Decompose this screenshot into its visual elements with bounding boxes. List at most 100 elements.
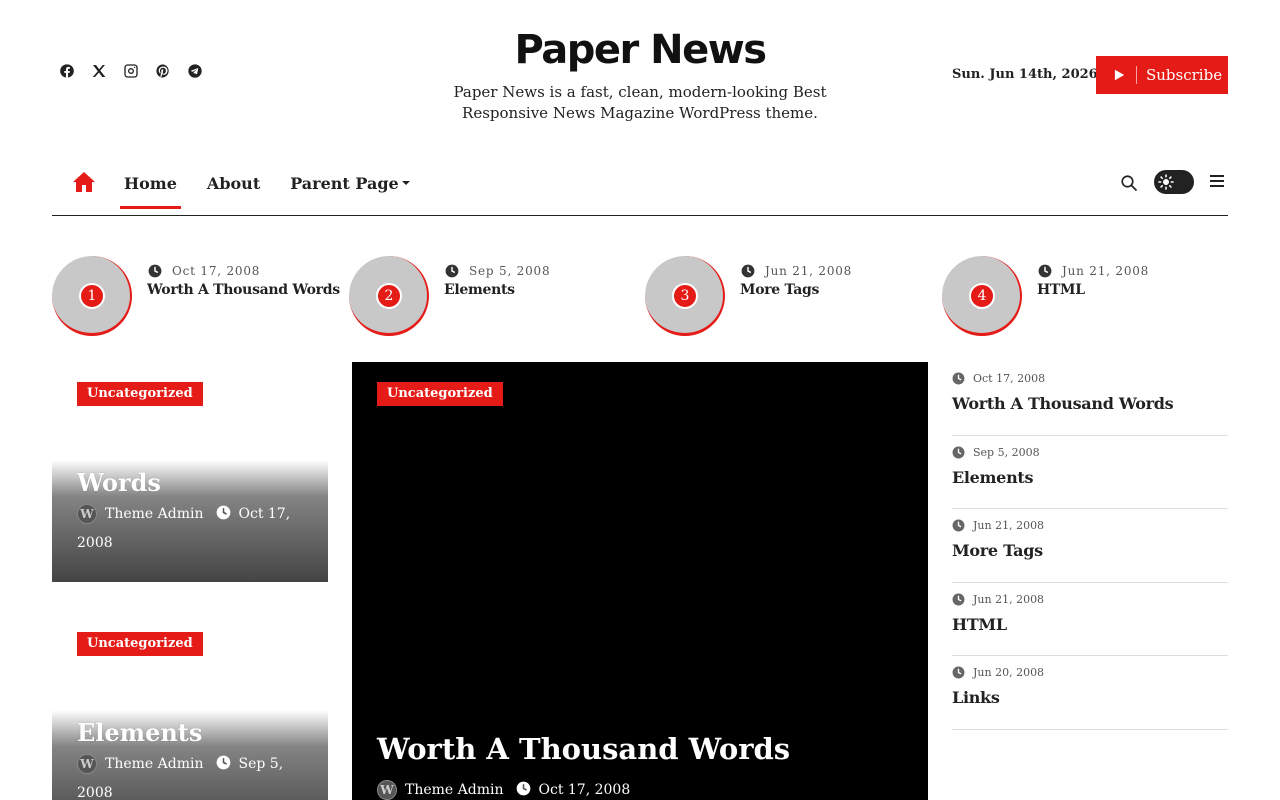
play-icon [1114, 69, 1125, 81]
dark-mode-toggle[interactable] [1154, 170, 1194, 194]
post-date: Sep 5, 2008 [445, 264, 550, 278]
post-date-text: Oct 17, 2008 [973, 372, 1046, 385]
featured-post[interactable]: Uncategorized Worth A Thousand Words W Th… [352, 362, 928, 800]
category-badge[interactable]: Uncategorized [377, 382, 503, 406]
subscribe-label: Subscribe [1146, 66, 1223, 84]
trending-title[interactable]: Elements [444, 282, 515, 298]
list-item[interactable]: Jun 21, 2008 More Tags [952, 509, 1228, 583]
post-date-text: Sep 5, [238, 756, 284, 772]
trending-number: 2 [376, 283, 402, 309]
post-meta: W Theme Admin Sep 5, 2008 [77, 750, 307, 800]
post-date: Jun 21, 2008 [952, 593, 1044, 606]
clock-icon [952, 372, 965, 385]
site-description: Paper News is a fast, clean, modern-look… [440, 82, 840, 124]
post-date-text: 2008 [77, 785, 113, 800]
nav-item-home[interactable]: Home [120, 150, 181, 216]
post-date-text: Oct 17, 2008 [172, 264, 261, 278]
nav-item-label: About [206, 173, 261, 193]
list-item[interactable]: Oct 17, 2008 Worth A Thousand Words [952, 362, 1228, 436]
main-navigation: Home About Parent Page [52, 150, 1228, 216]
post-date-text: Jun 21, 2008 [765, 264, 853, 278]
list-item-title[interactable]: Elements [952, 468, 1034, 487]
trending-item[interactable]: 4 Jun 21, 2008 HTML [942, 256, 1232, 338]
instagram-icon[interactable] [122, 62, 140, 80]
clock-icon [1038, 264, 1052, 278]
list-item[interactable]: Sep 5, 2008 Elements [952, 436, 1228, 510]
clock-icon [216, 755, 230, 770]
post-date: Oct 17, 2008 [148, 264, 260, 278]
trending-item[interactable]: 1 Oct 17, 2008 Worth A Thousand Words [52, 256, 342, 338]
featured-post-title[interactable]: Worth A Thousand Words [377, 732, 790, 766]
nav-menu: Home About Parent Page [120, 150, 436, 216]
nav-item-about[interactable]: About [203, 150, 264, 216]
x-twitter-icon[interactable] [90, 62, 108, 80]
clock-icon [952, 519, 965, 532]
post-title[interactable]: Words [77, 468, 161, 497]
post-date: Sep 5, 2008 [952, 446, 1040, 459]
post-card[interactable]: Uncategorized Elements W Theme Admin Sep 5… [52, 612, 328, 800]
trending-number: 4 [969, 283, 995, 309]
list-item[interactable]: Jun 21, 2008 HTML [952, 583, 1228, 657]
post-date: Oct 17, 2008 [952, 372, 1045, 385]
subscribe-button[interactable]: Subscribe [1096, 56, 1228, 94]
post-date-text: Sep 5, 2008 [469, 264, 551, 278]
post-date-text: Jun 21, 2008 [973, 519, 1045, 533]
post-author[interactable]: Theme Admin [105, 756, 204, 772]
site-branding: Paper News Paper News is a fast, clean, … [440, 26, 840, 124]
post-date-text: Jun 21, 2008 [973, 592, 1045, 606]
search-icon[interactable] [1120, 174, 1140, 194]
trending-item[interactable]: 3 Jun 21, 2008 More Tags [645, 256, 935, 338]
wordpress-icon: W [377, 780, 397, 800]
home-icon[interactable] [72, 171, 96, 193]
trending-title[interactable]: Worth A Thousand Words [147, 282, 340, 298]
post-date-text: Jun 21, 2008 [1062, 264, 1150, 278]
list-item-title[interactable]: Worth A Thousand Words [952, 394, 1174, 413]
post-date-text: Jun 20, 2008 [973, 666, 1045, 680]
post-author[interactable]: Theme Admin [105, 506, 204, 522]
post-date: Jun 21, 2008 [1038, 264, 1149, 278]
wordpress-icon: W [77, 754, 97, 774]
list-item[interactable]: Jun 20, 2008 Links [952, 656, 1228, 730]
site-description-line: Paper News is a fast, clean, modern-look… [453, 83, 827, 101]
trending-number: 3 [672, 283, 698, 309]
site-title[interactable]: Paper News [440, 26, 840, 74]
post-date-text: Sep 5, 2008 [973, 445, 1040, 459]
category-badge[interactable]: Uncategorized [77, 632, 203, 656]
clock-icon [952, 446, 965, 459]
post-title[interactable]: Elements [77, 718, 202, 747]
list-item-title[interactable]: More Tags [952, 541, 1043, 560]
pinterest-icon[interactable] [154, 62, 172, 80]
current-date: Sun. Jun 14th, 2026 [952, 67, 1098, 82]
menu-icon[interactable] [1210, 175, 1224, 189]
list-item-title[interactable]: HTML [952, 615, 1007, 634]
latest-posts-list: Oct 17, 2008 Worth A Thousand Words Sep … [952, 362, 1228, 730]
clock-icon [741, 264, 755, 278]
post-meta: W Theme Admin Oct 17, 2008 [77, 500, 307, 558]
site-description-line: Responsive News Magazine WordPress theme… [462, 104, 818, 122]
category-badge[interactable]: Uncategorized [77, 382, 203, 406]
post-card[interactable]: Uncategorized Words W Theme Admin Oct 17, 2… [52, 362, 328, 582]
facebook-icon[interactable] [58, 62, 76, 80]
post-date: Jun 21, 2008 [952, 519, 1044, 532]
wordpress-icon: W [77, 504, 97, 524]
post-date: Jun 21, 2008 [741, 264, 852, 278]
nav-item-parent-page[interactable]: Parent Page [286, 150, 414, 216]
trending-item[interactable]: 2 Sep 5, 2008 Elements [349, 256, 639, 338]
post-date-text: Oct 17, 2008 [538, 782, 631, 798]
nav-item-label: Parent Page [290, 173, 399, 193]
telegram-icon[interactable] [186, 62, 204, 80]
list-item-title[interactable]: Links [952, 688, 1000, 707]
trending-number: 1 [79, 283, 105, 309]
clock-icon [445, 264, 459, 278]
sun-icon [1158, 174, 1174, 190]
clock-icon [952, 593, 965, 606]
post-date-text: Oct 17, [238, 506, 291, 522]
trending-title[interactable]: More Tags [740, 282, 819, 298]
clock-icon [148, 264, 162, 278]
post-author[interactable]: Theme Admin [405, 782, 504, 798]
post-date: Jun 20, 2008 [952, 666, 1044, 679]
divider [1136, 66, 1137, 84]
post-date-text: 2008 [77, 535, 113, 551]
clock-icon [216, 505, 230, 520]
trending-title[interactable]: HTML [1037, 282, 1085, 298]
